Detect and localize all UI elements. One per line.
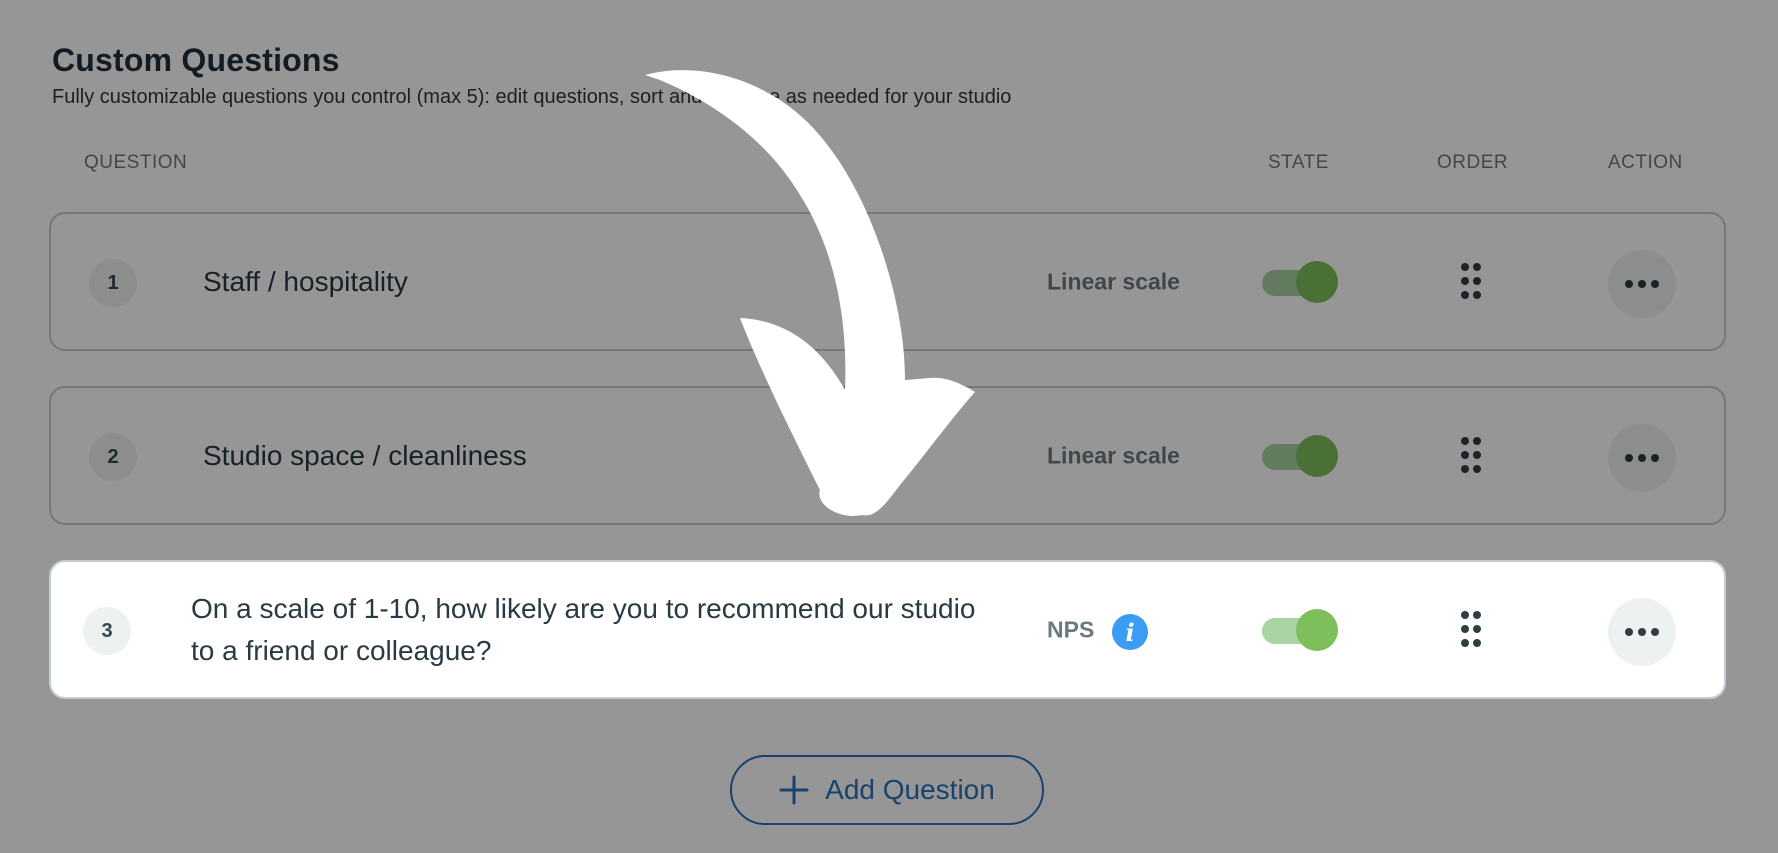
question-row-1: 1 Staff / hospitality Linear scale (49, 212, 1726, 351)
more-actions-button[interactable] (1608, 250, 1676, 318)
state-toggle[interactable] (1262, 261, 1338, 303)
section-subtitle: Fully customizable questions you control… (52, 86, 1012, 108)
question-row-2: 2 Studio space / cleanliness Linear scal… (49, 386, 1726, 525)
drag-handle-icon[interactable] (1458, 611, 1484, 651)
column-header-order: ORDER (1437, 152, 1509, 173)
toggle-knob (1296, 609, 1338, 651)
state-toggle[interactable] (1262, 609, 1338, 651)
ellipsis-icon (1625, 280, 1659, 288)
column-header-action: ACTION (1608, 152, 1683, 173)
drag-handle-icon[interactable] (1458, 263, 1484, 303)
toggle-knob (1296, 261, 1338, 303)
ellipsis-icon (1625, 454, 1659, 462)
add-question-label: Add Question (825, 774, 995, 805)
question-number-badge: 3 (83, 607, 131, 655)
section-title: Custom Questions (52, 42, 340, 78)
question-type: Linear scale (1047, 268, 1180, 294)
plus-icon (779, 775, 809, 805)
question-number-badge: 2 (89, 433, 137, 481)
column-header-question: QUESTION (84, 152, 188, 173)
drag-handle-icon[interactable] (1458, 437, 1484, 477)
toggle-knob (1296, 435, 1338, 477)
state-toggle[interactable] (1262, 435, 1338, 477)
question-text: Studio space / cleanliness (203, 439, 527, 471)
more-actions-button[interactable] (1608, 424, 1676, 492)
info-icon[interactable]: i (1112, 614, 1148, 650)
question-type: NPS (1047, 616, 1095, 642)
question-text: On a scale of 1-10, how likely are you t… (191, 592, 976, 666)
question-text: Staff / hospitality (203, 265, 408, 297)
custom-questions-page: Custom Questions Fully customizable ques… (0, 0, 1778, 853)
question-number-badge: 1 (89, 259, 137, 307)
ellipsis-icon (1625, 628, 1659, 636)
add-question-button[interactable]: Add Question (730, 755, 1044, 825)
question-row-3: 3 On a scale of 1-10, how likely are you… (49, 560, 1726, 699)
column-header-state: STATE (1268, 152, 1329, 173)
more-actions-button[interactable] (1608, 598, 1676, 666)
question-type: Linear scale (1047, 442, 1180, 468)
